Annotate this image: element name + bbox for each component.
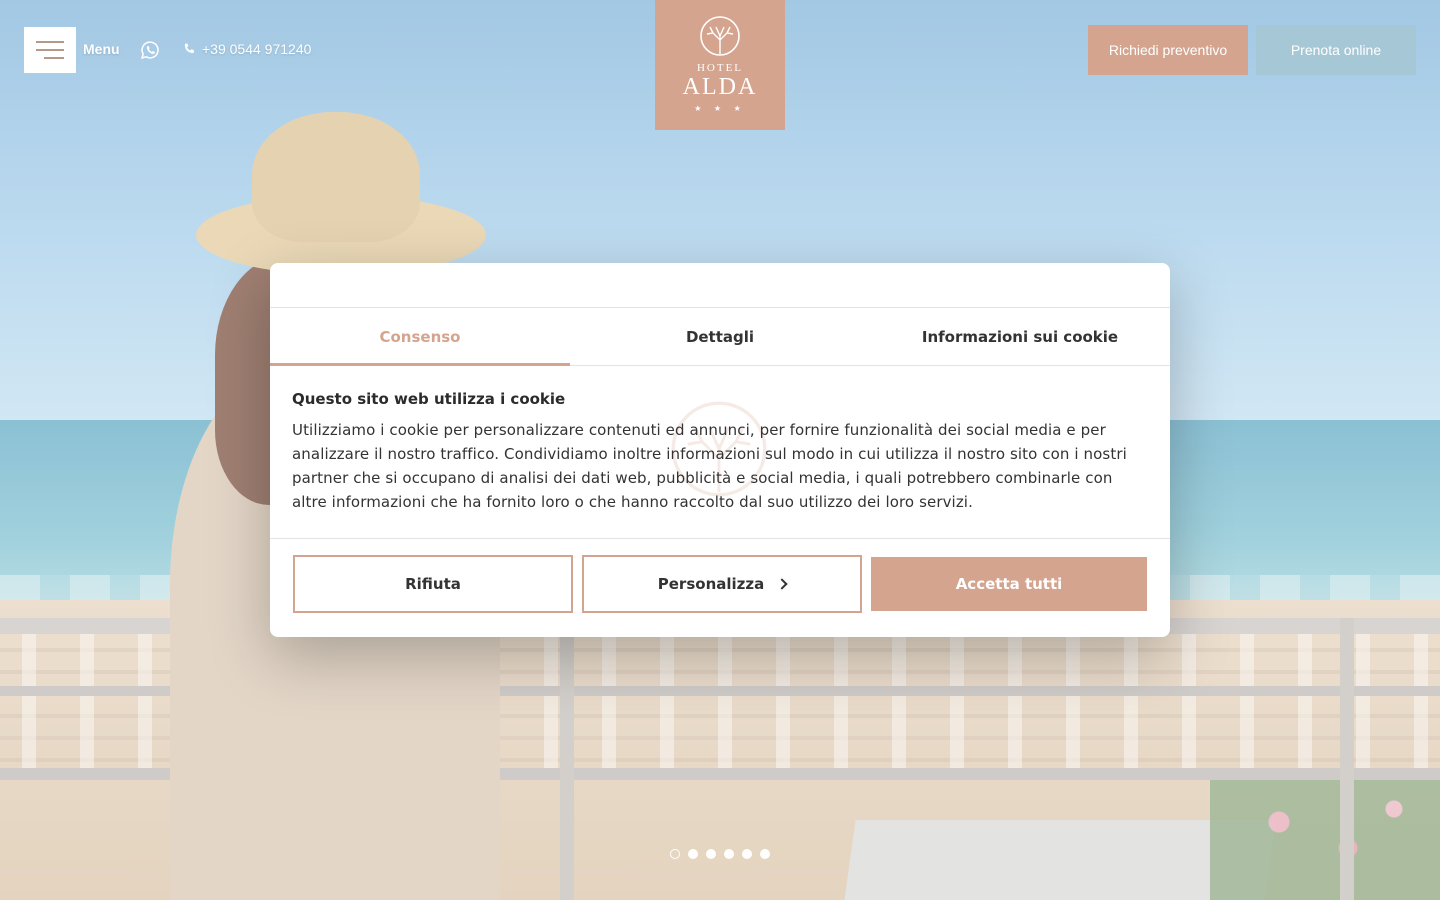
tab-cookie-info[interactable]: Informazioni sui cookie: [870, 308, 1170, 365]
logo-stars: ★ ★ ★: [694, 104, 746, 113]
slider-dot[interactable]: [688, 849, 698, 859]
whatsapp-icon[interactable]: [140, 40, 160, 60]
dialog-title: Questo sito web utilizza i cookie: [292, 390, 566, 408]
slider-pagination: [670, 849, 770, 859]
tree-icon: [700, 16, 740, 56]
slider-dot[interactable]: [724, 849, 734, 859]
hamburger-icon: [36, 49, 64, 51]
book-online-button[interactable]: Prenota online: [1256, 25, 1416, 75]
cookie-consent-dialog: Consenso Dettagli Informazioni sui cooki…: [270, 263, 1170, 637]
chevron-right-icon: [776, 578, 788, 590]
phone-number: +39 0544 971240: [202, 41, 312, 57]
phone-icon: [184, 43, 194, 54]
reject-label: Rifiuta: [405, 575, 461, 593]
reject-button[interactable]: Rifiuta: [293, 555, 573, 613]
hamburger-icon: [44, 57, 64, 59]
dialog-actions: Rifiuta Personalizza Accetta tutti: [270, 539, 1170, 629]
tab-details[interactable]: Dettagli: [570, 308, 870, 365]
logo-hotel-text: HOTEL: [696, 62, 744, 74]
menu-button[interactable]: [24, 27, 76, 73]
dialog-text: Utilizziamo i cookie per personalizzare …: [292, 421, 1127, 511]
request-quote-button[interactable]: Richiedi preventivo: [1088, 25, 1248, 75]
hamburger-icon: [36, 41, 64, 43]
dialog-body: Questo sito web utilizza i cookie Utiliz…: [270, 366, 1170, 539]
logo-name-text: ALDA: [682, 74, 758, 100]
slider-dot[interactable]: [706, 849, 716, 859]
accept-all-button[interactable]: Accetta tutti: [871, 557, 1147, 611]
phone-link[interactable]: +39 0544 971240: [182, 41, 311, 57]
customize-label: Personalizza: [657, 575, 765, 593]
customize-button[interactable]: Personalizza: [582, 555, 862, 613]
tab-consent[interactable]: Consenso: [270, 308, 570, 366]
slider-dot[interactable]: [760, 849, 770, 859]
accept-label: Accetta tutti: [955, 575, 1063, 593]
menu-label[interactable]: Menu: [83, 41, 120, 57]
hotel-logo[interactable]: HOTEL ALDA ★ ★ ★: [655, 0, 785, 130]
dialog-tabs: Consenso Dettagli Informazioni sui cooki…: [270, 308, 1170, 366]
slider-dot[interactable]: [670, 849, 680, 859]
dialog-header: [270, 263, 1170, 308]
slider-dot[interactable]: [742, 849, 752, 859]
